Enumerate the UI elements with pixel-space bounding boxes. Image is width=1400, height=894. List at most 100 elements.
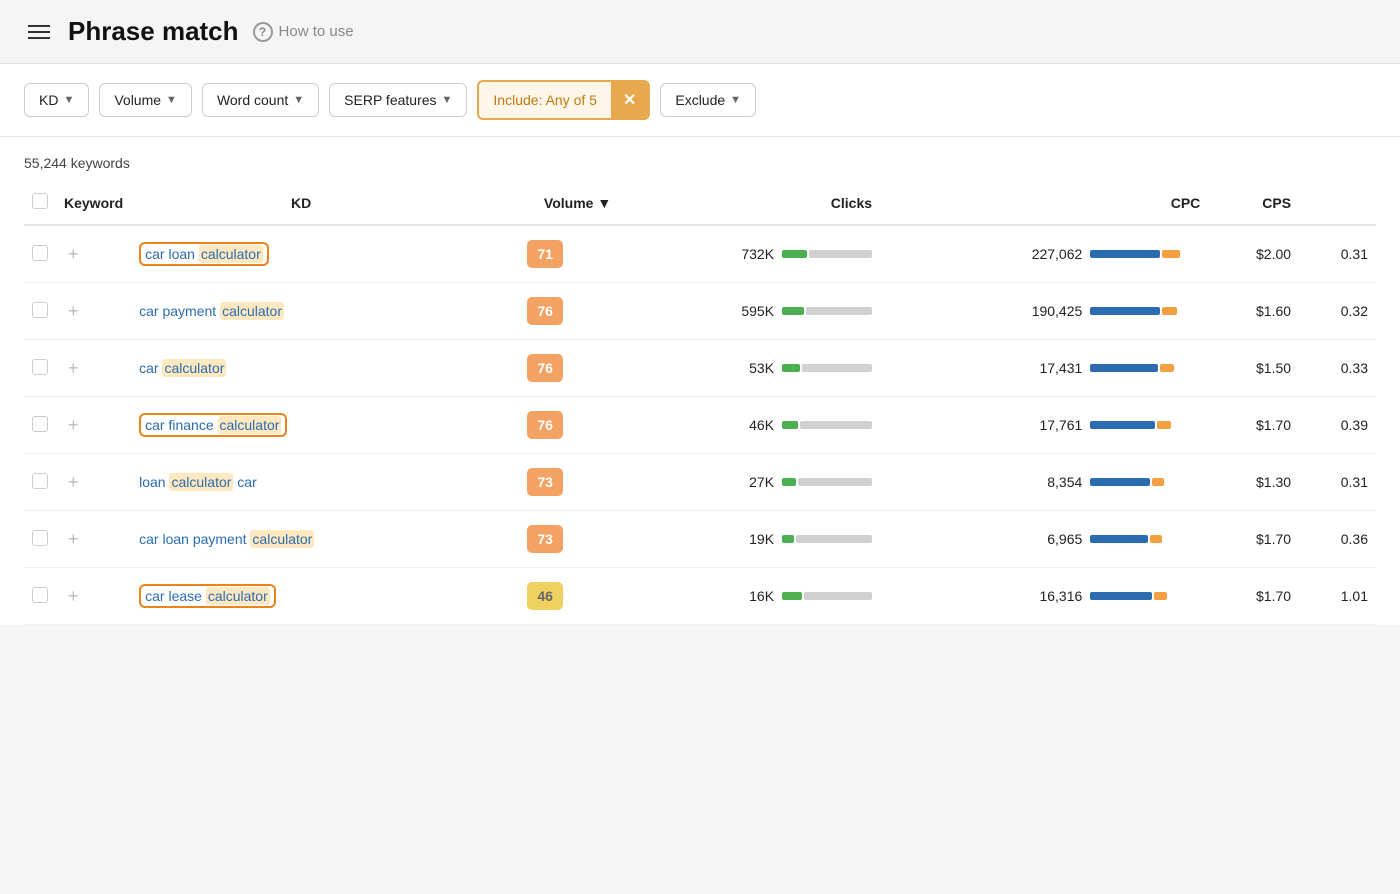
clicks-bar-orange [1157,421,1171,429]
serp-filter-button[interactable]: SERP features ▼ [329,83,467,117]
menu-button[interactable] [24,21,54,43]
add-keyword-button[interactable]: + [64,415,83,436]
cpc-header: CPC [880,181,1208,225]
main-content: 55,244 keywords Keyword KD Volume ▼ Clic… [0,137,1400,625]
table-row: +car calculator76 53K 17,431 $1.500.33 [24,340,1376,397]
table-row: +car lease calculator46 16K 16,316 $1.70… [24,568,1376,625]
clicks-bar-blue [1090,535,1148,543]
cps-cell: 0.32 [1299,283,1376,340]
row-checkbox[interactable] [32,359,48,375]
add-keyword-button[interactable]: + [64,301,83,322]
row-checkbox-cell [24,454,56,511]
volume-bar [782,421,872,429]
clicks-bar-orange [1152,478,1164,486]
volume-bar [782,478,872,486]
row-checkbox-cell [24,511,56,568]
keyword-cell: car lease calculator [131,568,471,625]
row-checkbox[interactable] [32,473,48,489]
cpc-value: $1.50 [1256,360,1291,376]
kd-filter-button[interactable]: KD ▼ [24,83,89,117]
cpc-cell: $1.70 [1208,568,1299,625]
cpc-cell: $1.30 [1208,454,1299,511]
row-checkbox[interactable] [32,530,48,546]
help-icon: ? [253,22,273,42]
clicks-value: 17,761 [1039,417,1082,433]
add-keyword-button[interactable]: + [64,472,83,493]
clicks-cell: 6,965 [880,511,1208,568]
row-checkbox[interactable] [32,245,48,261]
volume-bar-green [782,364,800,372]
keyword-cell: loan calculator car [131,454,471,511]
add-keyword-button[interactable]: + [64,358,83,379]
volume-bar-green [782,535,794,543]
cpc-value: $1.60 [1256,303,1291,319]
keywords-count: 55,244 keywords [24,137,1376,181]
include-filter: Include: Any of 5 ✕ [477,80,650,120]
kd-badge: 73 [527,525,563,553]
volume-bar-gray [806,307,872,315]
highlighted-word: calculator [206,587,270,605]
keyword-link[interactable]: car loan payment calculator [139,530,314,548]
highlighted-word: calculator [162,359,226,377]
cps-cell: 0.36 [1299,511,1376,568]
add-keyword-button[interactable]: + [64,529,83,550]
row-checkbox[interactable] [32,587,48,603]
header: Phrase match ? How to use [0,0,1400,64]
exclude-filter-button[interactable]: Exclude ▼ [660,83,756,117]
volume-value: 53K [749,360,774,376]
keyword-link[interactable]: car loan calculator [145,245,263,263]
kd-cell: 76 [471,283,619,340]
keyword-header: Keyword [56,181,131,225]
clicks-value: 17,431 [1039,360,1082,376]
include-filter-close-button[interactable]: ✕ [611,82,648,118]
highlighted-word: calculator [250,530,314,548]
cpc-cell: $1.70 [1208,511,1299,568]
clicks-header: Clicks [619,181,880,225]
clicks-bar-blue [1090,592,1152,600]
volume-cell: 732K [619,225,880,283]
clicks-bar-blue [1090,307,1160,315]
table-row: +car payment calculator76 595K 190,425 $… [24,283,1376,340]
volume-bar-gray [804,592,872,600]
add-keyword-button[interactable]: + [64,586,83,607]
row-checkbox-cell [24,397,56,454]
highlighted-word: calculator [199,245,263,263]
add-keyword-button[interactable]: + [64,244,83,265]
table-row: + car loan payment calculator 73 19K 6,965… [24,511,1376,568]
cps-cell: 0.31 [1299,225,1376,283]
row-checkbox[interactable] [32,416,48,432]
cps-cell: 0.31 [1299,454,1376,511]
keyword-outlined: car finance calculator [139,413,287,437]
cps-value: 1.01 [1341,588,1368,604]
keyword-cell: car loan payment calculator [131,511,471,568]
keyword-link[interactable]: car lease calculator [145,587,270,605]
clicks-value: 6,965 [1047,531,1082,547]
volume-bar-gray [796,535,872,543]
row-checkbox[interactable] [32,302,48,318]
keyword-link[interactable]: loan calculator car [139,473,257,491]
keyword-link[interactable]: car finance calculator [145,416,281,434]
volume-value: 19K [749,531,774,547]
cps-value: 0.31 [1341,246,1368,262]
select-all-header [24,181,56,225]
volume-cell: 46K [619,397,880,454]
kd-badge: 73 [527,468,563,496]
keyword-outlined: car lease calculator [139,584,276,608]
select-all-checkbox[interactable] [32,193,48,209]
keyword-link[interactable]: car calculator [139,359,226,377]
keyword-link[interactable]: car payment calculator [139,302,284,320]
volume-filter-button[interactable]: Volume ▼ [99,83,192,117]
cps-value: 0.33 [1341,360,1368,376]
help-link[interactable]: ? How to use [253,22,354,42]
clicks-bar [1090,535,1200,543]
word-count-filter-button[interactable]: Word count ▼ [202,83,319,117]
page-title: Phrase match [68,16,239,47]
volume-bar [782,250,872,258]
exclude-chevron-icon: ▼ [730,94,741,106]
row-checkbox-cell [24,283,56,340]
filters-bar: KD ▼ Volume ▼ Word count ▼ SERP features… [0,64,1400,137]
clicks-bar [1090,364,1200,372]
volume-value: 16K [749,588,774,604]
kd-badge: 76 [527,297,563,325]
volume-chevron-icon: ▼ [166,94,177,106]
